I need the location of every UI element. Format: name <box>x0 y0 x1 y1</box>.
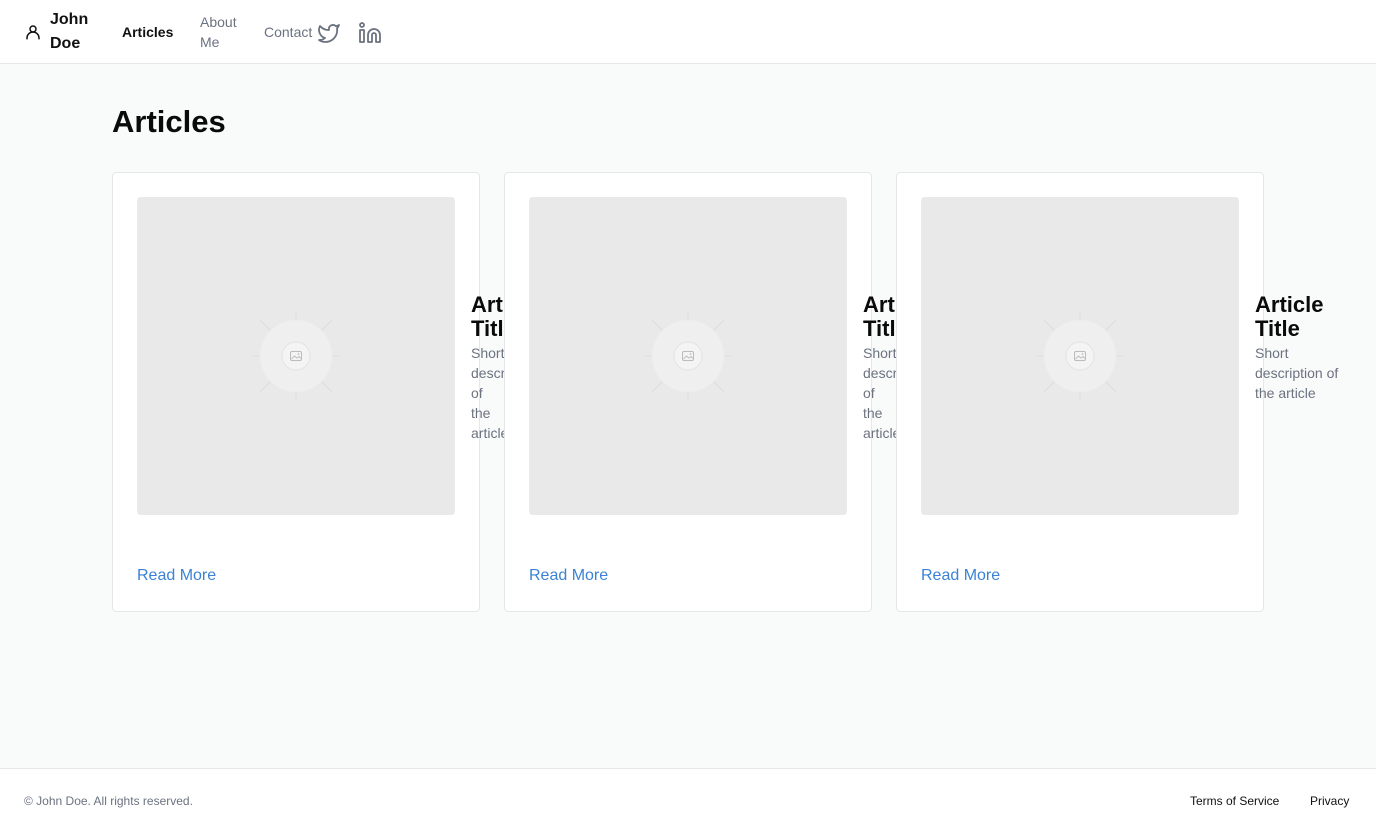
article-title: Article Title <box>863 293 897 341</box>
article-text: Article Title Short description of the a… <box>863 293 897 443</box>
article-title: Article Title <box>1255 293 1324 341</box>
brand-name: John Doe <box>50 11 89 52</box>
article-card: Article Title Short description of the a… <box>112 172 505 612</box>
read-more-link[interactable]: Read More <box>921 565 1000 587</box>
article-image <box>137 197 455 515</box>
linkedin-icon[interactable] <box>357 21 383 45</box>
user-icon <box>24 23 42 41</box>
nav-articles[interactable]: Articles <box>122 22 173 42</box>
article-title: Article Title <box>471 293 505 341</box>
twitter-icon[interactable] <box>316 21 342 45</box>
page-title: Articles <box>112 104 226 139</box>
image-placeholder-icon <box>1036 312 1124 400</box>
article-card: Article Title Short description of the a… <box>896 172 1338 612</box>
article-image <box>529 197 847 515</box>
article-description: Short description of the article <box>863 345 897 441</box>
site-header: John Doe Articles About Me Contact <box>0 0 1376 64</box>
article-card: Article Title Short description of the a… <box>504 172 897 612</box>
image-placeholder-icon <box>252 312 340 400</box>
image-placeholder-icon <box>644 312 732 400</box>
site-footer: © John Doe. All rights reserved. Terms o… <box>0 768 1376 833</box>
brand-link[interactable]: John Doe <box>24 8 94 56</box>
article-description: Short description of the article <box>1255 345 1339 401</box>
article-image <box>921 197 1239 515</box>
copyright-text: © John Doe. All rights reserved. <box>24 794 193 808</box>
privacy-link[interactable]: Privacy <box>1310 793 1349 809</box>
read-more-link[interactable]: Read More <box>529 565 608 587</box>
read-more-link[interactable]: Read More <box>137 565 216 587</box>
nav-contact[interactable]: Contact <box>264 22 312 42</box>
article-description: Short description of the article <box>471 345 505 441</box>
terms-link[interactable]: Terms of Service <box>1190 793 1279 809</box>
article-text: Article Title Short description of the a… <box>471 293 505 443</box>
article-text: Article Title Short description of the a… <box>1255 293 1345 403</box>
nav-about-me[interactable]: About Me <box>200 12 248 52</box>
